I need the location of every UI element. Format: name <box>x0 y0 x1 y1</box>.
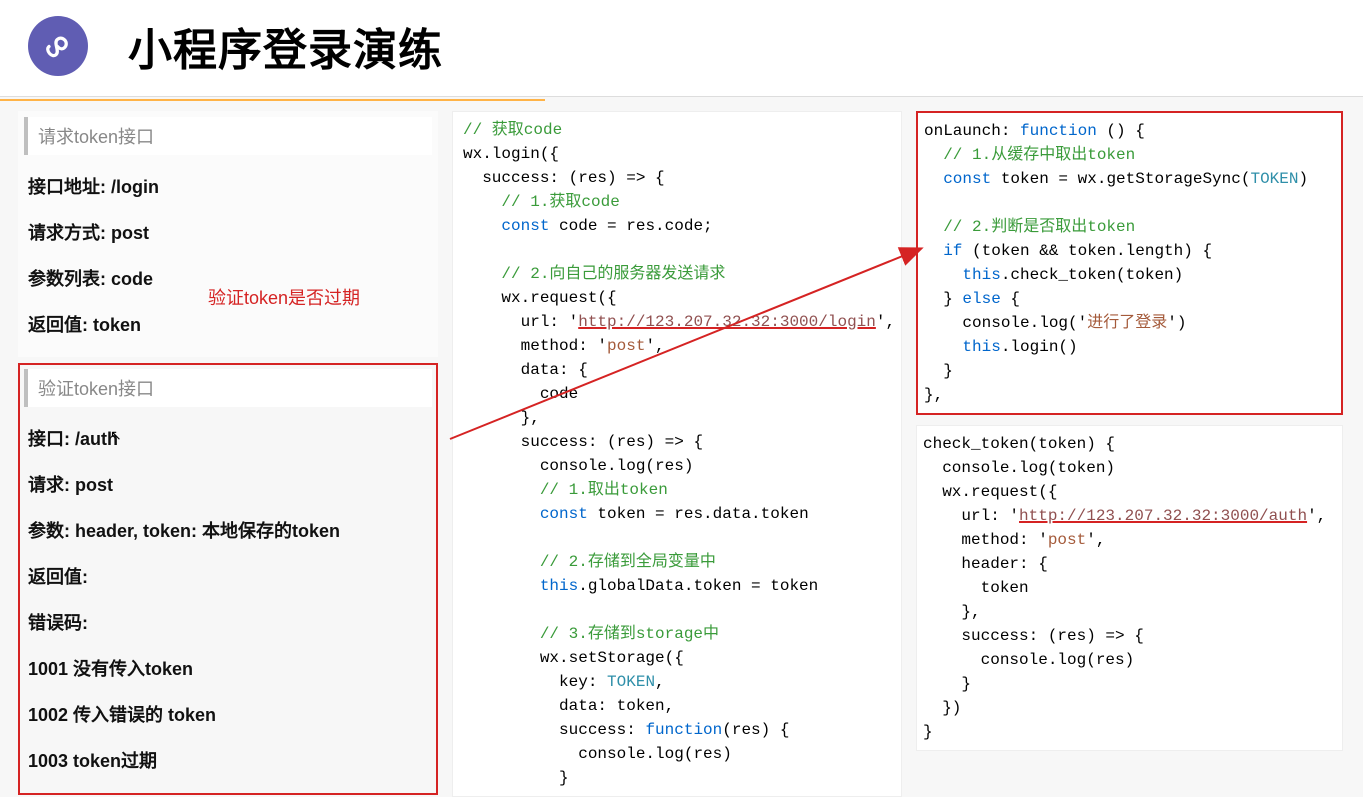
code-line <box>924 191 1337 215</box>
code-line: }) <box>923 696 1338 720</box>
api-errors-label: 错误码: <box>24 599 432 645</box>
api-block-login: 请求token接口 接口地址: /login 请求方式: post 参数列表: … <box>18 111 438 357</box>
code-line: key: TOKEN, <box>463 670 899 694</box>
code-line: success: (res) => { <box>463 430 899 454</box>
code-line <box>463 238 899 262</box>
code-line: url: 'http://123.207.32.32:3000/login', <box>463 310 899 334</box>
code-line: // 获取code <box>463 118 899 142</box>
code-line: method: 'post', <box>463 334 899 358</box>
code-line: data: { <box>463 358 899 382</box>
annotation-text: 验证token是否过期 <box>208 284 360 310</box>
code-line: wx.setStorage({ <box>463 646 899 670</box>
code-line: console.log(token) <box>923 456 1338 480</box>
code-line: wx.request({ <box>463 286 899 310</box>
api-error-1003: 1003 token过期 <box>24 737 432 783</box>
code-line: }, <box>924 383 1337 407</box>
miniprogram-logo-icon <box>28 16 88 76</box>
code-line: token <box>923 576 1338 600</box>
code-block-onlaunch: onLaunch: function () { // 1.从缓存中取出token… <box>916 111 1343 415</box>
code-line: url: 'http://123.207.32.32:3000/auth', <box>923 504 1338 528</box>
api-error-1001: 1001 没有传入token <box>24 645 432 691</box>
code-line: wx.login({ <box>463 142 899 166</box>
code-line: console.log(res) <box>923 648 1338 672</box>
code-line: // 1.取出token <box>463 478 899 502</box>
code-line <box>463 598 899 622</box>
right-column: onLaunch: function () { // 1.从缓存中取出token… <box>916 111 1343 797</box>
infinity-icon <box>40 28 76 64</box>
code-line: } <box>923 672 1338 696</box>
api-params: 参数: header, token: 本地保存的token <box>24 507 432 553</box>
code-line: this.check_token(token) <box>924 263 1337 287</box>
code-line: onLaunch: function () { <box>924 119 1337 143</box>
code-line: success: (res) => { <box>923 624 1338 648</box>
api-return: 返回值: <box>24 553 432 599</box>
code-line: } <box>463 766 899 790</box>
api-method: 请求: post <box>24 461 432 507</box>
code-line: const token = res.data.token <box>463 502 899 526</box>
code-line: // 2.判断是否取出token <box>924 215 1337 239</box>
api-method: 请求方式: post <box>24 209 432 255</box>
code-line: method: 'post', <box>923 528 1338 552</box>
code-block-middle: // 获取codewx.login({ success: (res) => { … <box>452 111 902 797</box>
code-line: console.log(res) <box>463 454 899 478</box>
code-line: }, <box>463 406 899 430</box>
main-content: 验证token是否过期 请求token接口 接口地址: /login 请求方式:… <box>0 101 1363 797</box>
code-line: console.log(res) <box>463 742 899 766</box>
code-line: if (token && token.length) { <box>924 239 1337 263</box>
code-line: }, <box>923 600 1338 624</box>
api-address: 接口: /auth <box>24 415 432 461</box>
page-title: 小程序登录演练 <box>128 14 443 78</box>
code-line: // 3.存储到storage中 <box>463 622 899 646</box>
code-line: // 1.获取code <box>463 190 899 214</box>
code-line: } else { <box>924 287 1337 311</box>
code-line: this.globalData.token = token <box>463 574 899 598</box>
code-line: data: token, <box>463 694 899 718</box>
code-line <box>463 526 899 550</box>
api-error-1002: 1002 传入错误的 token <box>24 691 432 737</box>
code-line: success: (res) => { <box>463 166 899 190</box>
api-section-title: 验证token接口 <box>24 369 432 407</box>
code-line: code <box>463 382 899 406</box>
code-line: // 2.向自己的服务器发送请求 <box>463 262 899 286</box>
code-line: } <box>924 359 1337 383</box>
api-address: 接口地址: /login <box>24 163 432 209</box>
header: 小程序登录演练 <box>0 0 1363 97</box>
api-section-title: 请求token接口 <box>24 117 432 155</box>
code-line: success: function(res) { <box>463 718 899 742</box>
code-line: const code = res.code; <box>463 214 899 238</box>
code-line: const token = wx.getStorageSync(TOKEN) <box>924 167 1337 191</box>
left-column: 验证token是否过期 请求token接口 接口地址: /login 请求方式:… <box>18 111 438 797</box>
code-line: wx.request({ <box>923 480 1338 504</box>
code-line: this.login() <box>924 335 1337 359</box>
code-block-checktoken: check_token(token) { console.log(token) … <box>916 425 1343 751</box>
code-line: header: { <box>923 552 1338 576</box>
code-line: // 1.从缓存中取出token <box>924 143 1337 167</box>
code-line: } <box>923 720 1338 744</box>
code-line: // 2.存储到全局变量中 <box>463 550 899 574</box>
code-line: console.log('进行了登录') <box>924 311 1337 335</box>
code-line: check_token(token) { <box>923 432 1338 456</box>
cursor-icon: ↖ <box>110 427 122 444</box>
api-block-auth: 验证token接口 接口: /auth ↖ 请求: post 参数: heade… <box>18 363 438 795</box>
